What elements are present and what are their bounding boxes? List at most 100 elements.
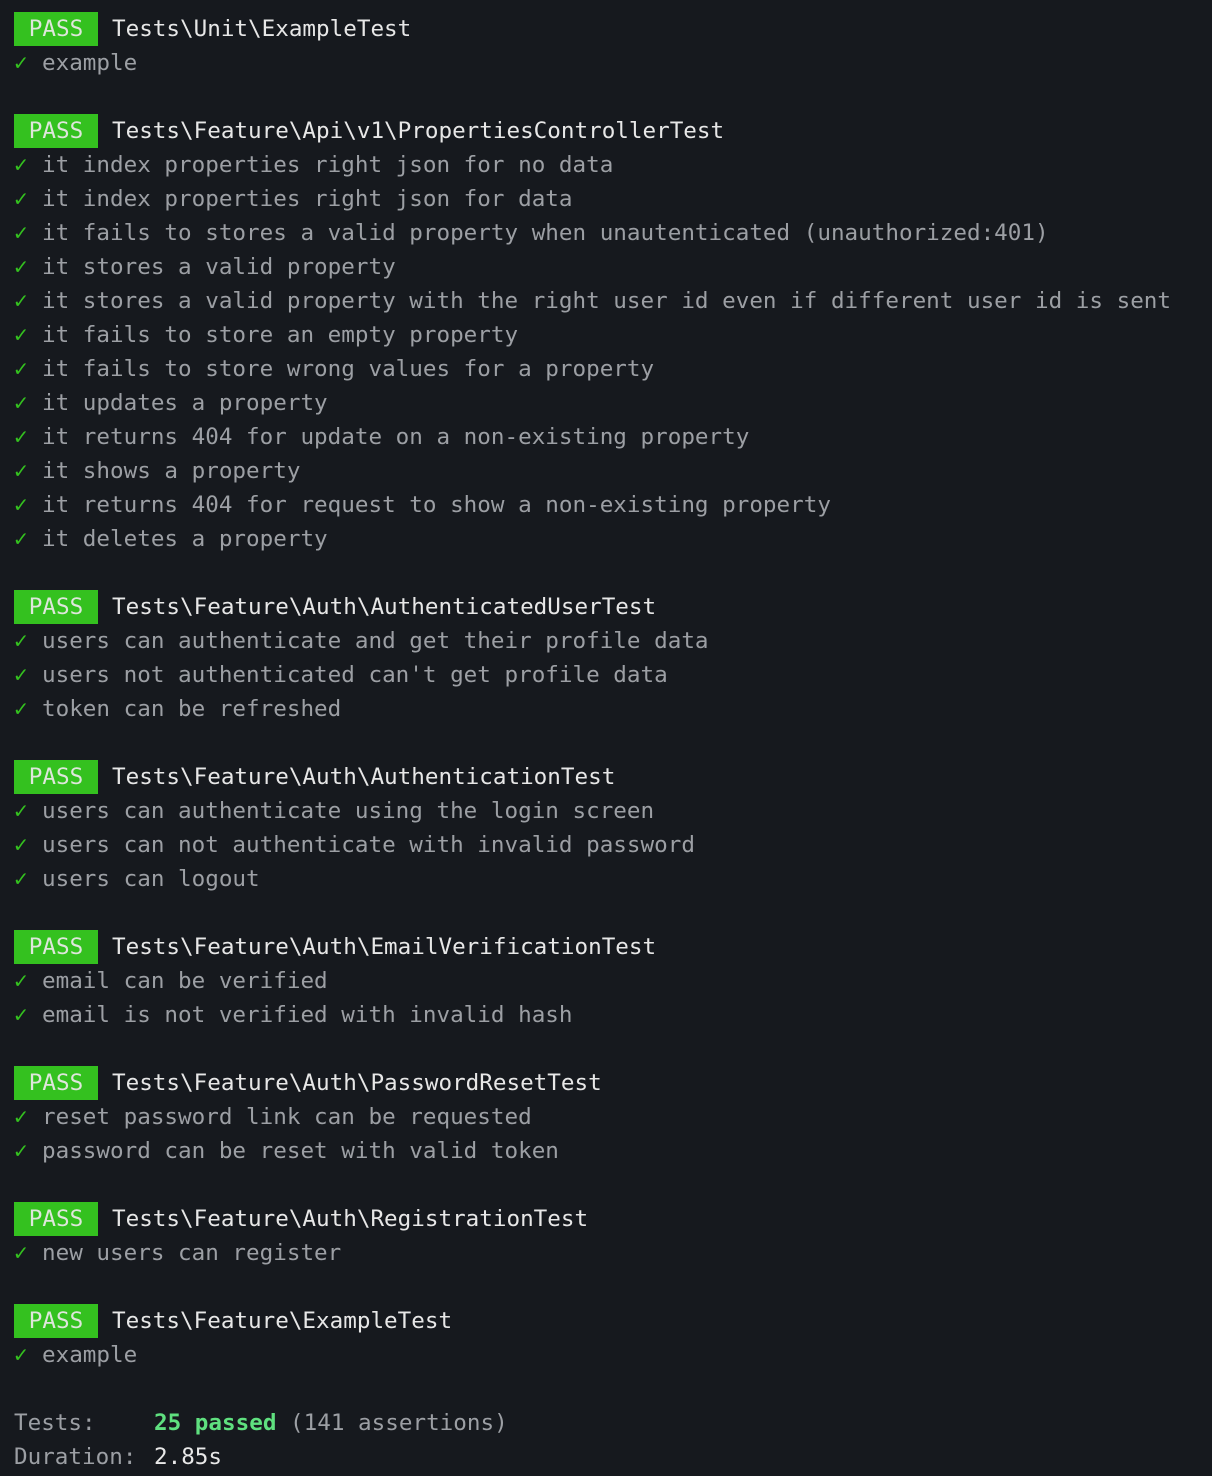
test-name: it fails to store wrong values for a pro… xyxy=(42,356,655,382)
suite-header: PASS Tests\Feature\ExampleTest xyxy=(14,1304,1212,1338)
test-row: ✓ users can authenticate using the login … xyxy=(14,794,1212,828)
suite-header: PASS Tests\Unit\ExampleTest xyxy=(14,12,1212,46)
check-mark-icon: ✓ xyxy=(14,220,28,246)
summary-tests-label: Tests: xyxy=(14,1410,96,1436)
check-mark-icon: ✓ xyxy=(14,968,28,994)
check-mark-icon: ✓ xyxy=(14,458,28,484)
pass-badge: PASS xyxy=(14,760,98,794)
test-row: ✓ token can be refreshed xyxy=(14,692,1212,726)
check-mark-icon: ✓ xyxy=(14,1002,28,1028)
suite-name: Tests\Feature\Auth\RegistrationTest xyxy=(112,1206,589,1232)
summary-assertions: (141 assertions) xyxy=(290,1410,508,1436)
test-name: users can authenticate and get their pro… xyxy=(42,628,709,654)
test-name: it stores a valid property xyxy=(42,254,396,280)
test-name: it returns 404 for request to show a non… xyxy=(42,492,831,518)
summary-tests-line: Tests: 25 passed (141 assertions) xyxy=(14,1406,1212,1440)
check-mark-icon: ✓ xyxy=(14,798,28,824)
pass-badge: PASS xyxy=(14,114,98,148)
check-mark-icon: ✓ xyxy=(14,322,28,348)
suite-name: Tests\Feature\Auth\AuthenticatedUserTest xyxy=(112,594,657,620)
test-row: ✓ users can not authenticate with invalid… xyxy=(14,828,1212,862)
test-suite: PASS Tests\Feature\Auth\RegistrationTest ✓… xyxy=(14,1202,1212,1304)
test-row: ✓ it deletes a property xyxy=(14,522,1212,556)
pass-badge: PASS xyxy=(14,590,98,624)
test-row: ✓ users can logout xyxy=(14,862,1212,896)
test-row: ✓ users not authenticated can't get profi… xyxy=(14,658,1212,692)
test-name: users can authenticate using the login s… xyxy=(42,798,655,824)
test-suite: PASS Tests\Feature\Api\v1\PropertiesContr… xyxy=(14,114,1212,590)
test-row: ✓ it stores a valid property with the rig… xyxy=(14,284,1212,318)
test-name: password can be reset with valid token xyxy=(42,1138,559,1164)
test-suite: PASS Tests\Feature\Auth\PasswordResetTest… xyxy=(14,1066,1212,1202)
test-row: ✓ it index properties right json for data xyxy=(14,182,1212,216)
test-name: email is not verified with invalid hash xyxy=(42,1002,573,1028)
test-row: ✓ it stores a valid property xyxy=(14,250,1212,284)
summary-passed-count: 25 passed xyxy=(154,1410,277,1436)
check-mark-icon: ✓ xyxy=(14,866,28,892)
test-row: ✓ new users can register xyxy=(14,1236,1212,1270)
check-mark-icon: ✓ xyxy=(14,390,28,416)
test-name: users can logout xyxy=(42,866,260,892)
test-name: it updates a property xyxy=(42,390,328,416)
terminal-output: PASS Tests\Unit\ExampleTest ✓ example PASS Te… xyxy=(0,0,1212,1476)
pass-badge: PASS xyxy=(14,1066,98,1100)
check-mark-icon: ✓ xyxy=(14,50,28,76)
test-row: ✓ users can authenticate and get their pr… xyxy=(14,624,1212,658)
check-mark-icon: ✓ xyxy=(14,254,28,280)
check-mark-icon: ✓ xyxy=(14,628,28,654)
test-row: ✓ it shows a property xyxy=(14,454,1212,488)
test-row: ✓ it fails to store wrong values for a pr… xyxy=(14,352,1212,386)
check-mark-icon: ✓ xyxy=(14,832,28,858)
suite-header: PASS Tests\Feature\Auth\RegistrationTest xyxy=(14,1202,1212,1236)
test-row: ✓ example xyxy=(14,46,1212,80)
test-name: it deletes a property xyxy=(42,526,328,552)
test-name: it fails to store an empty property xyxy=(42,322,519,348)
summary-duration-value: 2.85s xyxy=(154,1444,223,1470)
suite-name: Tests\Feature\Auth\PasswordResetTest xyxy=(112,1070,602,1096)
suite-name: Tests\Feature\Api\v1\PropertiesControlle… xyxy=(112,118,725,144)
test-name: it shows a property xyxy=(42,458,301,484)
check-mark-icon: ✓ xyxy=(14,424,28,450)
test-name: example xyxy=(42,50,138,76)
check-mark-icon: ✓ xyxy=(14,662,28,688)
test-row: ✓ reset password link can be requested xyxy=(14,1100,1212,1134)
suite-name: Tests\Feature\ExampleTest xyxy=(112,1308,453,1334)
check-mark-icon: ✓ xyxy=(14,1138,28,1164)
test-suite: PASS Tests\Unit\ExampleTest ✓ example xyxy=(14,12,1212,114)
test-row: ✓ it index properties right json for no d… xyxy=(14,148,1212,182)
test-row: ✓ it fails to store an empty property xyxy=(14,318,1212,352)
check-mark-icon: ✓ xyxy=(14,1104,28,1130)
check-mark-icon: ✓ xyxy=(14,1342,28,1368)
test-row: ✓ email can be verified xyxy=(14,964,1212,998)
test-name: it index properties right json for data xyxy=(42,186,573,212)
check-mark-icon: ✓ xyxy=(14,152,28,178)
check-mark-icon: ✓ xyxy=(14,696,28,722)
suite-header: PASS Tests\Feature\Auth\EmailVerification… xyxy=(14,930,1212,964)
summary-duration-label: Duration: xyxy=(14,1444,137,1470)
check-mark-icon: ✓ xyxy=(14,526,28,552)
test-row: ✓ email is not verified with invalid hash xyxy=(14,998,1212,1032)
check-mark-icon: ✓ xyxy=(14,186,28,212)
pass-badge: PASS xyxy=(14,1304,98,1338)
check-mark-icon: ✓ xyxy=(14,1240,28,1266)
suite-header: PASS Tests\Feature\Auth\AuthenticationTes… xyxy=(14,760,1212,794)
suite-name: Tests\Feature\Auth\EmailVerificationTest xyxy=(112,934,657,960)
test-name: email can be verified xyxy=(42,968,328,994)
test-row: ✓ it returns 404 for request to show a no… xyxy=(14,488,1212,522)
check-mark-icon: ✓ xyxy=(14,288,28,314)
suite-header: PASS Tests\Feature\Auth\PasswordResetTest xyxy=(14,1066,1212,1100)
test-name: reset password link can be requested xyxy=(42,1104,532,1130)
summary-duration-line: Duration: 2.85s xyxy=(14,1440,1212,1474)
test-name: it index properties right json for no da… xyxy=(42,152,614,178)
test-row: ✓ password can be reset with valid token xyxy=(14,1134,1212,1168)
test-name: token can be refreshed xyxy=(42,696,342,722)
check-mark-icon: ✓ xyxy=(14,356,28,382)
